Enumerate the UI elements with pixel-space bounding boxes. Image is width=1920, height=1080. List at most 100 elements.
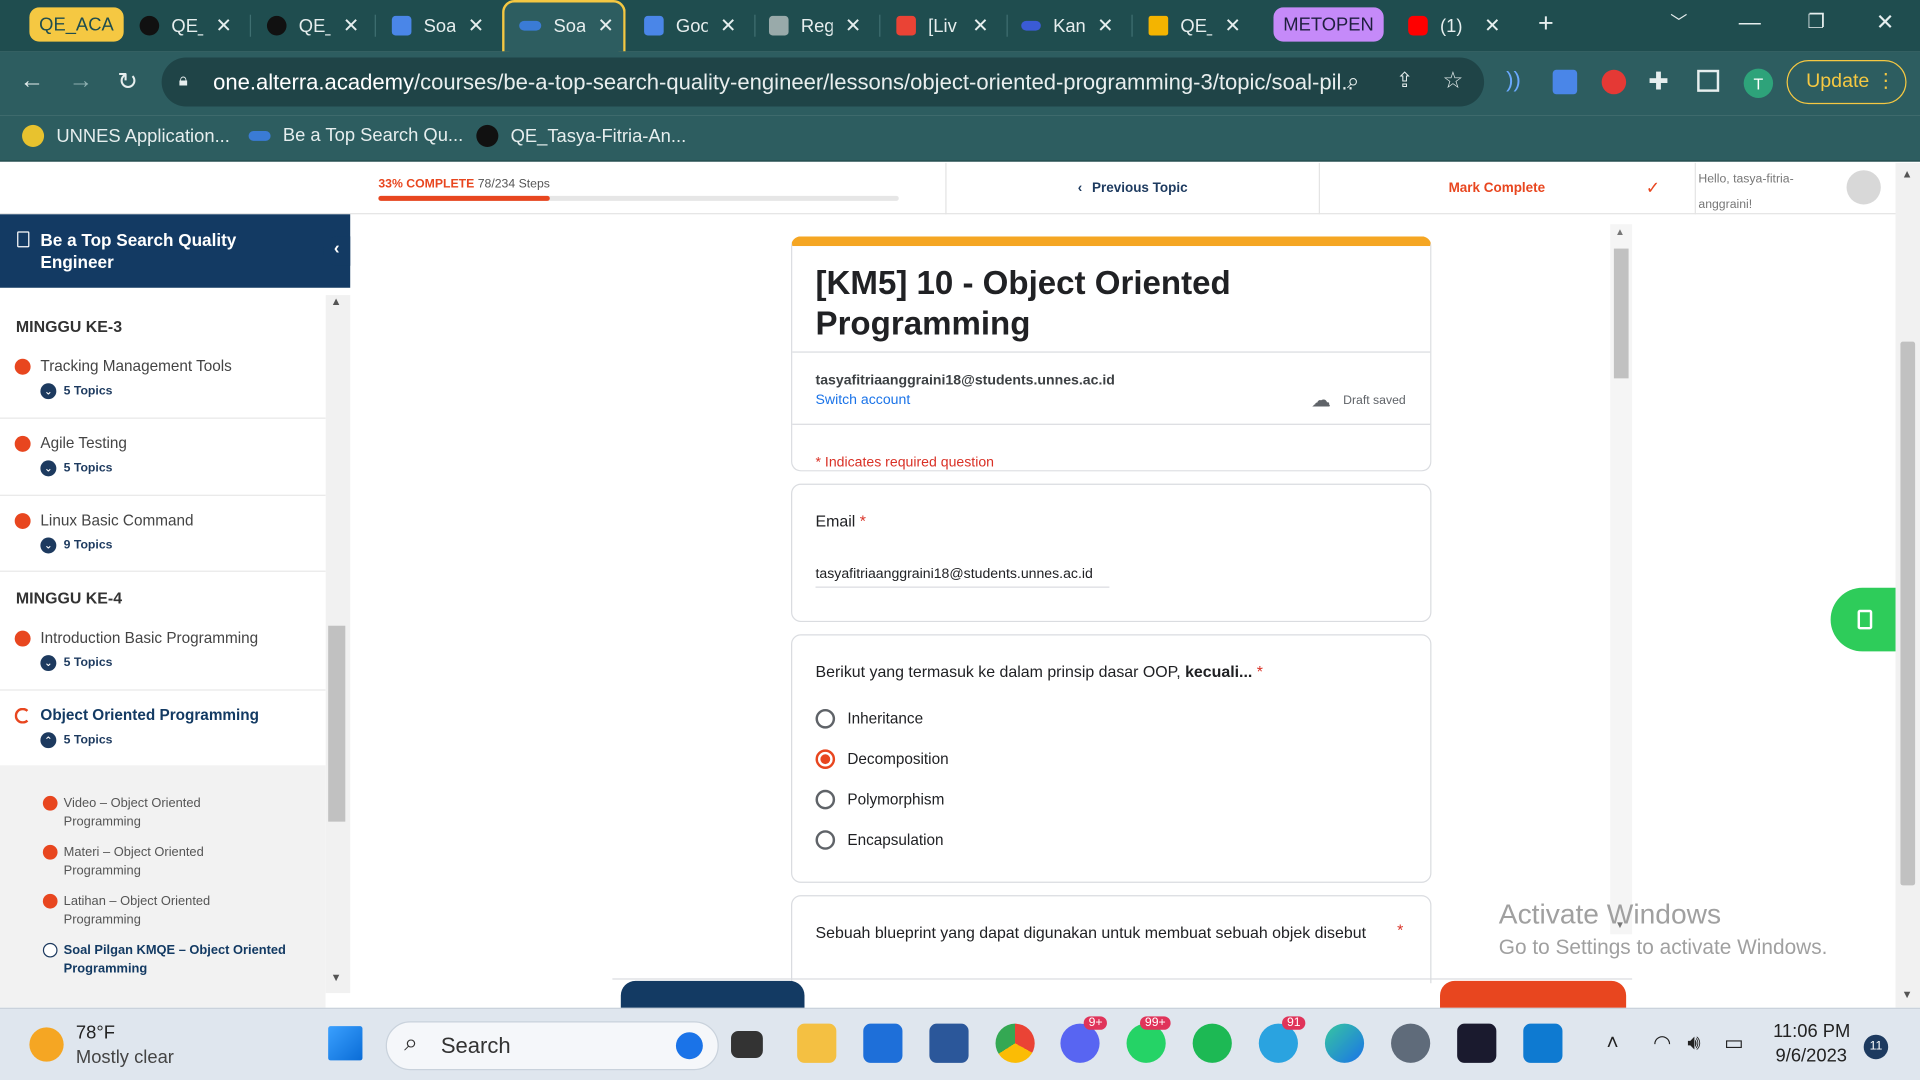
radio-button-selected[interactable] [815, 749, 836, 769]
lesson-title[interactable]: Tracking Management Tools [40, 358, 231, 375]
vscode-icon[interactable] [1523, 1023, 1563, 1063]
chevron-up-icon[interactable]: ˄ [1607, 1031, 1619, 1055]
lesson-topics-toggle[interactable]: ⌃ 5 Topics [40, 732, 112, 749]
update-button[interactable]: Update ⋮ [1786, 60, 1907, 105]
tab-group-metopen[interactable]: METOPEN [1273, 7, 1384, 42]
tab-2[interactable]: QE_ ✕ [266, 5, 359, 47]
task-view-icon[interactable] [731, 1031, 763, 1058]
back-arrow-icon[interactable]: ← [20, 67, 44, 95]
lesson-title[interactable]: Introduction Basic Programming [40, 629, 258, 646]
close-icon[interactable]: ✕ [598, 13, 614, 37]
bookmark-alterra[interactable]: Be a Top Search Qu... [248, 125, 463, 146]
bookmark-unnes[interactable]: UNNES Application... [22, 124, 230, 147]
scrollbar-thumb[interactable] [1900, 341, 1916, 886]
close-icon[interactable]: ✕ [1484, 13, 1500, 37]
settings-gear-icon[interactable] [1391, 1023, 1431, 1063]
option-inheritance[interactable]: Inheritance [815, 708, 923, 729]
topic-item[interactable]: Latihan – Object Oriented Programming [42, 893, 312, 930]
lesson-topics-toggle[interactable]: ⌄ 5 Topics [40, 655, 112, 672]
tab-search-chevron-icon[interactable]: ﹀ [1670, 10, 1687, 34]
scroll-up-arrow-icon[interactable]: ▲ [331, 295, 342, 307]
share-icon[interactable]: ⇪ [1396, 69, 1413, 93]
close-icon[interactable]: ✕ [216, 13, 232, 37]
radio-button[interactable] [815, 830, 836, 850]
previous-topic-button[interactable]: ‹ Previous Topic [945, 162, 1318, 215]
tab-5[interactable]: Goo ✕ [644, 5, 736, 47]
switch-account-link[interactable]: Switch account [816, 393, 911, 408]
close-icon[interactable]: ✕ [720, 13, 736, 37]
bookmark-star-icon[interactable]: ☆ [1442, 67, 1463, 95]
address-bar[interactable]: 🔒︎ one.alterra.academy/courses/be-a-top-… [161, 57, 1485, 107]
radio-button[interactable] [815, 789, 836, 810]
weather-temp[interactable]: 78°F [76, 1022, 115, 1043]
side-panel-icon[interactable] [1697, 69, 1720, 92]
weather-description[interactable]: Mostly clear [76, 1047, 174, 1068]
scroll-up-arrow-icon[interactable]: ▲ [1902, 168, 1913, 180]
mark-complete-button[interactable]: Mark Complete ✓ [1318, 162, 1695, 215]
scroll-down-arrow-icon[interactable]: ▼ [331, 971, 342, 983]
option-encapsulation[interactable]: Encapsulation [815, 830, 944, 850]
topic-item-current[interactable]: Soal Pilgan KMQE – Object Oriented Progra… [42, 942, 312, 979]
forward-arrow-icon[interactable]: → [69, 67, 93, 95]
tab-8[interactable]: Kan ✕ [1021, 5, 1114, 47]
radio-button[interactable] [815, 708, 836, 729]
close-icon[interactable]: ✕ [343, 13, 359, 37]
new-tab-plus-icon[interactable]: + [1538, 7, 1554, 39]
intellij-icon[interactable] [1457, 1023, 1497, 1063]
page-scrollbar[interactable]: ▲ ▼ [1895, 162, 1920, 1008]
zoom-icon[interactable]: ⌕ [1347, 69, 1359, 95]
scroll-up-arrow-icon[interactable]: ▲ [1615, 227, 1625, 238]
topic-item[interactable]: Materi – Object Oriented Programming [42, 844, 312, 881]
lesson-topics-toggle[interactable]: ⌄ 5 Topics [40, 383, 112, 400]
sidebar-scrollbar[interactable]: ▲ ▼ [325, 295, 351, 994]
lesson-title[interactable]: Linux Basic Command [40, 512, 193, 529]
close-icon[interactable]: ✕ [1097, 13, 1113, 37]
lesson-topics-toggle[interactable]: ⌄ 5 Topics [40, 460, 112, 477]
lesson-item[interactable]: Tracking Management Tools ⌄ 5 Topics [0, 342, 326, 419]
bookmark-github[interactable]: QE_Tasya-Fitria-An... [476, 124, 686, 147]
edge-icon[interactable] [1324, 1023, 1365, 1063]
close-icon[interactable]: ✕ [1225, 13, 1241, 37]
tab-11[interactable]: (1) ✕ [1408, 5, 1501, 47]
taskbar-search[interactable]: ⌕ Search [385, 1021, 719, 1071]
user-avatar[interactable] [1846, 170, 1881, 205]
topic-item[interactable]: Video – Object Oriented Programming [42, 795, 312, 832]
tab-6[interactable]: Reg ✕ [768, 5, 861, 47]
close-icon[interactable]: ✕ [468, 13, 484, 37]
chrome-icon[interactable] [995, 1023, 1035, 1063]
scroll-down-arrow-icon[interactable]: ▼ [1902, 988, 1913, 1000]
tab-3[interactable]: Soa ✕ [391, 5, 484, 47]
volume-icon[interactable]: 🔊︎ [1687, 1031, 1700, 1055]
clock-date[interactable]: 9/6/2023 [1776, 1046, 1847, 1067]
email-field[interactable]: tasyafitriaanggraini18@students.unnes.ac… [815, 567, 1110, 588]
window-close-icon[interactable]: ✕ [1876, 10, 1894, 36]
close-icon[interactable]: ✕ [845, 13, 861, 37]
scrollbar-thumb[interactable] [328, 625, 346, 822]
lesson-title[interactable]: Agile Testing [40, 435, 127, 452]
l-app-icon[interactable] [863, 1023, 903, 1063]
file-explorer-icon[interactable] [797, 1023, 837, 1063]
option-decomposition[interactable]: Decomposition [815, 749, 949, 769]
windows-start-icon[interactable] [328, 1026, 363, 1061]
bottom-nav-button-left[interactable] [620, 980, 805, 1011]
option-polymorphism[interactable]: Polymorphism [815, 789, 944, 810]
bottom-nav-button-right[interactable] [1440, 980, 1627, 1011]
lesson-title[interactable]: Object Oriented Programming [40, 707, 259, 724]
clock-time[interactable]: 11:06 PM [1773, 1021, 1850, 1042]
form-scrollbar[interactable]: ▲ ▼ [1610, 224, 1633, 935]
adblock-extension-icon[interactable] [1601, 69, 1627, 95]
lesson-item[interactable]: Linux Basic Command ⌄ 9 Topics [0, 496, 326, 572]
collapse-sidebar-chevron-icon[interactable]: ‹ [323, 236, 351, 266]
profile-avatar[interactable]: T [1743, 68, 1774, 98]
restore-icon[interactable]: ❐ [1807, 10, 1825, 34]
tab-7[interactable]: [Liv ✕ [896, 5, 989, 47]
tab-group-qe-aca[interactable]: QE_ACA [29, 7, 124, 42]
weather-moon-icon[interactable] [29, 1027, 64, 1062]
tab-9[interactable]: QE_ ✕ [1148, 5, 1241, 47]
word-icon[interactable] [929, 1023, 969, 1063]
kebab-menu-icon[interactable]: ⋮ [1876, 69, 1896, 93]
spotify-icon[interactable] [1192, 1023, 1232, 1063]
tab-4-active[interactable]: Soa ✕ [519, 5, 614, 47]
lesson-item-current[interactable]: Object Oriented Programming ⌃ 5 Topics [0, 691, 326, 768]
url-text[interactable]: one.alterra.academy/courses/be-a-top-sea… [213, 69, 1352, 95]
